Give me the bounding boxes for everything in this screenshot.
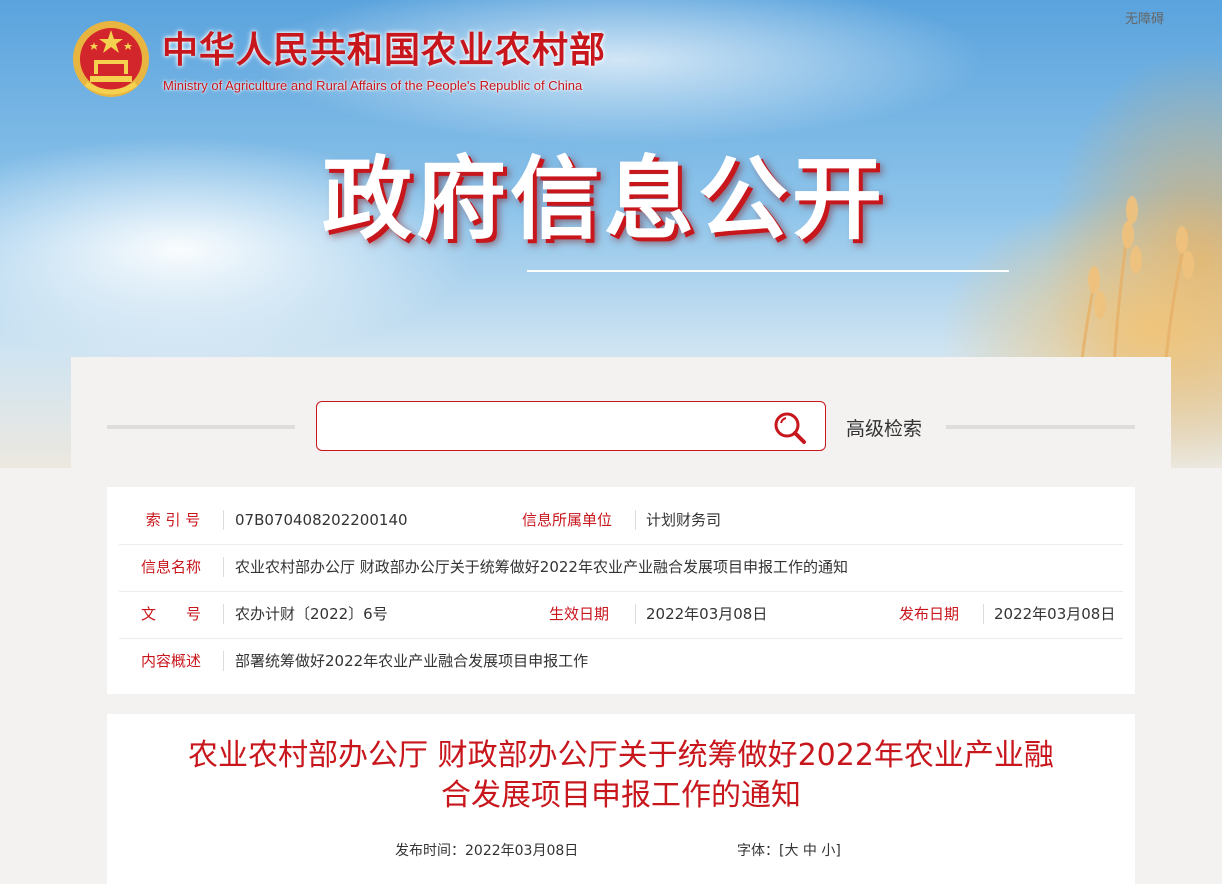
unit-label: 信息所属单位 <box>521 511 612 529</box>
hero-title: 政府信息公开 <box>322 147 886 252</box>
info-row-summary: 内容概述 部署统筹做好2022年农业产业融合发展项目申报工作 <box>119 638 1123 685</box>
font-small-button[interactable]: 小 <box>821 843 835 859</box>
search-bar: 高级检索 <box>71 401 1171 453</box>
hero-divider <box>527 270 1009 272</box>
font-medium-button[interactable]: 中 <box>803 843 817 859</box>
national-emblem-icon <box>73 21 149 97</box>
font-large-button[interactable]: 大 <box>784 843 798 859</box>
publish-date-value: 2022年03月08日 <box>994 605 1116 623</box>
row-separator <box>983 604 984 624</box>
summary-label: 内容概述 <box>140 652 201 670</box>
row-separator <box>223 651 224 671</box>
publish-date-label: 发布日期 <box>898 605 959 623</box>
search-input[interactable] <box>329 410 763 444</box>
row-separator <box>635 510 636 530</box>
info-table: 索 引 号 07B070408202200140 信息所属单位 计划财务司 信息… <box>107 487 1135 694</box>
search-divider-right <box>946 425 1135 429</box>
font-size-control: 字体：[大 中 小] <box>737 840 841 860</box>
article-publish-time: 发布时间：2022年03月08日 <box>395 843 579 859</box>
summary-value: 部署统筹做好2022年农业产业融合发展项目申报工作 <box>235 652 589 670</box>
effective-date-value: 2022年03月08日 <box>646 605 768 623</box>
search-divider-left <box>107 425 295 429</box>
search-box <box>316 401 826 451</box>
article-title-line-1: 农业农村部办公厅 财政部办公厅关于统筹做好2022年农业产业融 <box>188 738 1054 773</box>
doc-no-label: 文 号 <box>140 605 201 623</box>
article-title-line-2: 合发展项目申报工作的通知 <box>441 778 801 813</box>
doc-no-value: 农办计财〔2022〕6号 <box>235 605 388 623</box>
effective-date-label: 生效日期 <box>548 605 609 623</box>
article-card: 农业农村部办公厅 财政部办公厅关于统筹做好2022年农业产业融 合发展项目申报工… <box>107 714 1135 884</box>
main-panel: 高级检索 索 引 号 07B070408202200140 信息所属单位 计划财… <box>71 357 1171 884</box>
name-label: 信息名称 <box>140 558 201 576</box>
accessibility-link[interactable]: 无障碍 <box>1125 8 1164 27</box>
article-title: 农业农村部办公厅 财政部办公厅关于统筹做好2022年农业产业融 合发展项目申报工… <box>147 736 1095 816</box>
info-row-index: 索 引 号 07B070408202200140 信息所属单位 计划财务司 <box>119 497 1123 545</box>
info-row-name: 信息名称 农业农村部办公厅 财政部办公厅关于统筹做好2022年农业产业融合发展项… <box>119 544 1123 592</box>
name-value: 农业农村部办公厅 财政部办公厅关于统筹做好2022年农业产业融合发展项目申报工作… <box>235 558 848 576</box>
unit-value: 计划财务司 <box>646 511 722 529</box>
font-size-label: 字体： <box>737 843 779 859</box>
row-separator <box>223 604 224 624</box>
row-separator <box>635 604 636 624</box>
search-icon[interactable] <box>772 410 808 446</box>
row-separator <box>223 510 224 530</box>
info-row-docno: 文 号 农办计财〔2022〕6号 生效日期 2022年03月08日 发布日期 2… <box>119 591 1123 639</box>
index-label: 索 引 号 <box>145 511 201 529</box>
site-subtitle: Ministry of Agriculture and Rural Affair… <box>163 78 583 93</box>
font-bracket-close: ] <box>835 843 841 859</box>
index-value: 07B070408202200140 <box>235 511 408 529</box>
advanced-search-link[interactable]: 高级检索 <box>846 414 922 441</box>
site-title[interactable]: 中华人民共和国农业农村部 <box>162 28 606 72</box>
row-separator <box>223 557 224 577</box>
